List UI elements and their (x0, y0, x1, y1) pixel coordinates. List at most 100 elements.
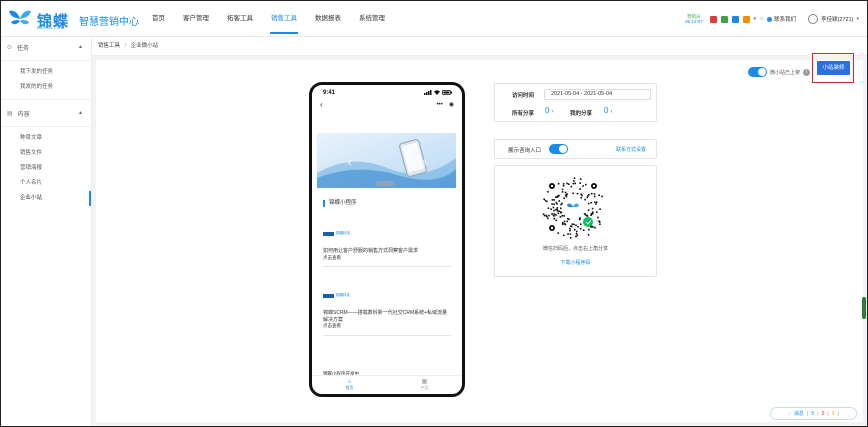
message-count-2: 0 (821, 410, 825, 417)
task-icon: ⊙ (7, 44, 13, 51)
divider (1, 126, 91, 127)
clock-time: 08:12:57 (684, 19, 703, 24)
svg-text:›: › (422, 155, 428, 171)
user-name: 李佳颖(2721) (821, 17, 854, 23)
message-icon: ◌ (787, 410, 791, 417)
brand-subtitle: BAIRM.COM (37, 25, 65, 30)
my-shares-value: 0 (604, 106, 609, 115)
content-icon: ▤ (7, 110, 13, 117)
app-icon-orange[interactable] (742, 15, 750, 23)
mini-program-capsule: ••• ◉ (436, 101, 454, 109)
tab-products[interactable]: ▦ 产品 (387, 376, 462, 394)
contact-icon (767, 16, 773, 22)
highlight-box: 小站装修 (812, 53, 854, 83)
nav-sales-tools[interactable]: 销售工具 (262, 1, 306, 37)
breadcrumb-separator: / (124, 43, 127, 49)
product-name: 智慧营销中心 (79, 17, 139, 28)
article-card[interactable]: 锦蝶科技 锦蝶SCRM——搭载数科新一代社交CRM系统+私域流量解决方案 点击查… (323, 293, 451, 336)
all-shares-link[interactable]: 0 › (545, 106, 553, 115)
chevron-down-icon[interactable]: ▾ (754, 16, 757, 22)
card-subtitle: 点击查看 (323, 254, 341, 260)
content-panel: 微小站已上架 i 小站装修 9:41 ‹ ••• ◉ ‹ › 锦蝶小程序 锦蝶科… (96, 53, 863, 422)
more-icon[interactable]: ••• (436, 102, 442, 108)
sidebar-item-posters[interactable]: 营销海报 (1, 161, 91, 176)
sidebar-group-label: 内容 (17, 111, 30, 118)
main-area: 微小站已上架 i 小站装修 9:41 ‹ ••• ◉ ‹ › 锦蝶小程序 锦蝶科… (92, 53, 867, 426)
search-icon[interactable]: ○ (760, 16, 763, 22)
phone-nav-bar: ‹ ••• ◉ (312, 99, 462, 113)
nav-data-reports[interactable]: 数据报表 (306, 1, 350, 37)
back-icon[interactable]: ‹ (320, 100, 323, 109)
message-count-1: 5 (811, 410, 815, 417)
nav-system-management[interactable]: 系统管理 (350, 1, 394, 37)
sidebar-item-company-site[interactable]: 企业小站 (1, 191, 91, 206)
sidebar-item-sales-files[interactable]: 销售文件 (1, 146, 91, 161)
qr-tip: 微信扫码后，点击右上角分享 (542, 246, 608, 252)
sidebar-group-task[interactable]: ⊙ 任务 ▲ (1, 38, 91, 56)
clock: 营销员 08:12:57 (685, 14, 703, 24)
chevron-up-icon: ▲ (78, 110, 83, 116)
chevron-right-icon: › (551, 109, 554, 115)
app-icon-green[interactable] (720, 15, 728, 23)
nav-home[interactable]: 首页 (143, 1, 174, 37)
sidebar-group-content[interactable]: ▤ 内容 ▲ (1, 104, 91, 122)
sidebar-item-tasks-issued[interactable]: 我下发的任务 (1, 65, 91, 80)
card-logo: 锦蝶科技 (323, 231, 451, 236)
contact-label: 联系我们 (774, 17, 797, 23)
download-qr-link[interactable]: 下载小程序码 (495, 259, 656, 266)
battery-icon (442, 90, 452, 95)
sidebar-item-tasks-mine[interactable]: 我发的的任务 (1, 80, 91, 95)
sidebar: ⊙ 任务 ▲ 我下发的任务 我发的的任务 ▤ 内容 ▲ 种草文章 销售文件 营销… (1, 37, 92, 426)
sidebar-item-articles[interactable]: 种草文章 (1, 131, 91, 146)
card-subtitle: 点击查看 (323, 323, 341, 328)
sidebar-item-business-card[interactable]: 个人名片 (1, 176, 91, 191)
contact-settings-link[interactable]: 联系方式设置 (616, 146, 646, 153)
app-icon-blue[interactable] (731, 15, 739, 23)
app-icon-red[interactable] (709, 15, 717, 23)
visit-time-label: 访问时间 (512, 93, 535, 99)
all-shares-value: 0 (545, 106, 550, 115)
tab-label: 首页 (345, 385, 354, 390)
publish-toggle[interactable] (748, 67, 767, 77)
consult-entry-toggle[interactable] (549, 144, 568, 154)
tab-home[interactable]: ⌂ 首页 (312, 376, 387, 394)
avatar (808, 14, 819, 24)
nav-prospecting-tools[interactable]: 拓客工具 (218, 1, 262, 37)
section-title: 锦蝶小程序 (323, 200, 357, 207)
main-nav: 首页 客户管理 拓客工具 销售工具 数据报表 系统管理 (143, 1, 394, 37)
stats-card: 访问时间 2021-05-04 - 2021-05-04 所有分享 0 › 我的… (494, 83, 657, 122)
sidebar-group-label: 任务 (17, 45, 30, 52)
close-target-icon[interactable]: ◉ (449, 101, 454, 108)
my-shares-link[interactable]: 0 › (604, 106, 612, 115)
nav-customer-management[interactable]: 客户管理 (174, 1, 218, 37)
butterfly-logo-icon (9, 10, 31, 25)
divider (1, 99, 91, 100)
company-logo-icon (323, 231, 334, 236)
message-float-button[interactable]: ◌ 消息 ( 5 | 0 | 0 ) (770, 407, 857, 420)
decorate-site-button[interactable]: 小站装修 (817, 61, 850, 75)
chevron-up-icon: ▲ (78, 44, 83, 50)
banner-graphic: ‹ › (317, 133, 456, 188)
user-menu[interactable]: 李佳颖(2721) ▾ (808, 14, 859, 24)
logo[interactable]: 锦蝶 BAIRM.COM 智慧营销中心 (7, 7, 157, 31)
consult-entry-card: 展示咨询入口 联系方式设置 (494, 139, 657, 159)
breadcrumb: 销售工具 / 企业微小站 (92, 37, 867, 56)
all-shares-label: 所有分享 (512, 111, 535, 117)
article-card[interactable]: 锦蝶科技 如何用让客户舒服的销售方式洞察客户需求 点击查看 (323, 231, 451, 267)
consult-entry-label: 展示咨询入口 (508, 148, 542, 154)
contact-us[interactable]: 联系我们 (767, 15, 796, 23)
svg-text:‹: ‹ (347, 155, 353, 171)
publish-toggle-group: 微小站已上架 i (748, 67, 811, 77)
divider (1, 60, 91, 61)
my-shares-label: 我的分享 (570, 111, 593, 117)
chevron-down-icon: ▾ (856, 16, 859, 22)
card-logo: 锦蝶科技 (323, 293, 451, 298)
breadcrumb-parent[interactable]: 销售工具 (98, 43, 120, 49)
date-range-picker[interactable]: 2021-05-04 - 2021-05-04 (544, 89, 651, 100)
chevron-right-icon: › (610, 109, 613, 115)
top-bar: 锦蝶 BAIRM.COM 智慧营销中心 首页 客户管理 拓客工具 销售工具 数据… (1, 1, 867, 37)
qr-card: 微信扫码后，点击右上角分享 下载小程序码 (494, 165, 657, 277)
scrollbar-thumb[interactable] (862, 297, 866, 319)
info-icon[interactable]: i (803, 68, 811, 76)
banner-image[interactable]: ‹ › (317, 133, 456, 188)
